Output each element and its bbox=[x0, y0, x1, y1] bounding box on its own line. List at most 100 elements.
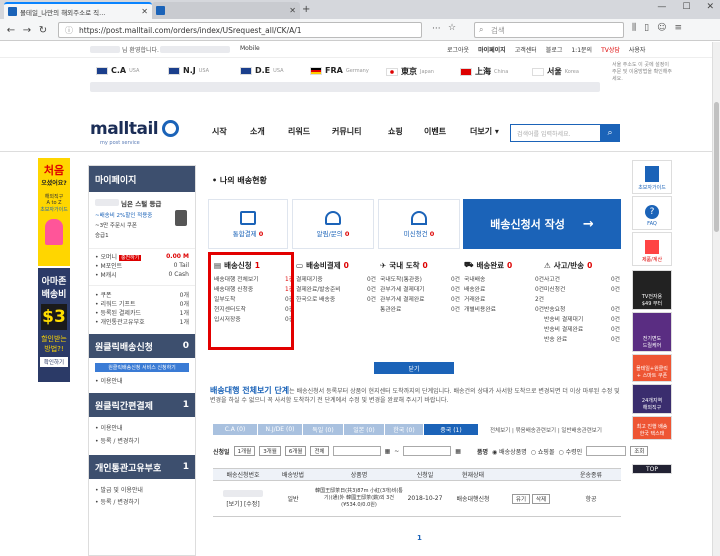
stat-payment[interactable]: 통합결제 0 bbox=[208, 199, 288, 249]
rail-top-button[interactable]: TOP bbox=[632, 464, 672, 474]
sidebar-row-coupon[interactable]: • 쿠폰 0개 bbox=[89, 290, 195, 299]
charge-badge[interactable]: 충전하기 bbox=[118, 255, 142, 261]
flag-seoul[interactable]: 서울 Korea bbox=[532, 66, 579, 77]
col-row[interactable]: 국내배송 0건 bbox=[464, 273, 544, 283]
radio-goods[interactable]: ◉ 배송상품명 bbox=[492, 447, 527, 456]
tab-nj[interactable]: N.J/DE (0) bbox=[258, 424, 302, 435]
tab-de[interactable]: 독일 (0) bbox=[303, 424, 343, 435]
col-row[interactable]: 국내도착(통관중) 0건 bbox=[380, 273, 460, 283]
calendar-icon[interactable]: ▦ bbox=[455, 448, 461, 455]
sidebar-row-customs[interactable]: • 개인통관고유부호 1개 bbox=[89, 317, 195, 326]
amazon-banner[interactable]: 아마존 배송비 $3 할인받는 방법?! 확인하기 bbox=[38, 268, 70, 382]
page-actions-icon[interactable]: ··· bbox=[432, 24, 441, 34]
browser-search-input[interactable]: ⌕ 검색 bbox=[474, 22, 624, 38]
nav-more[interactable]: 더보기 ▾ bbox=[470, 126, 499, 137]
tab-ca[interactable]: C.A (0) bbox=[213, 424, 257, 435]
page-scrollbar[interactable] bbox=[712, 42, 720, 556]
rail-calc[interactable]: 제품/계산 bbox=[632, 232, 672, 266]
tab-cn[interactable]: 중국 (1) bbox=[424, 424, 478, 435]
lang-link[interactable]: 사용자 bbox=[629, 45, 646, 54]
forward-icon[interactable]: → bbox=[20, 23, 34, 37]
date-from-input[interactable] bbox=[332, 446, 381, 456]
sidebar-customs-guide[interactable]: • 발급 및 이용안내 bbox=[89, 485, 195, 494]
sidebar-row-point[interactable]: • M포인트 0 Tail bbox=[89, 261, 195, 270]
close-window-icon[interactable]: ✕ bbox=[706, 2, 714, 12]
sidebar-icon[interactable]: ▯ bbox=[644, 23, 649, 33]
col-row[interactable]: 반송비 결제대기 0건 bbox=[544, 313, 620, 323]
sidebar-oneclick-header[interactable]: 원클릭배송신청 0 bbox=[89, 334, 195, 358]
new-tab-icon[interactable]: + bbox=[302, 4, 310, 15]
browser-tab-2[interactable]: ✕ bbox=[152, 2, 300, 19]
minimize-icon[interactable]: — bbox=[657, 2, 666, 12]
keyword-input[interactable] bbox=[586, 446, 627, 456]
col-row[interactable]: 반송요청 0건 bbox=[544, 303, 620, 313]
sidebar-easypay-guide[interactable]: • 이용안내 bbox=[89, 423, 195, 432]
col-row[interactable]: 결제완료/발송준비 0건 bbox=[296, 283, 376, 293]
mypage-link[interactable]: 마이페이지 bbox=[478, 45, 506, 54]
sidebar-oneclick-guide[interactable]: • 이용안내 bbox=[89, 376, 195, 385]
stat-unrequested[interactable]: 미신청건 0 bbox=[378, 199, 460, 249]
col-row[interactable]: 한국으로 배송중 0건 bbox=[296, 293, 376, 303]
filter-6m[interactable]: 6개월 bbox=[284, 446, 307, 456]
tab-kr[interactable]: 한국 (0) bbox=[385, 424, 423, 435]
nav-community[interactable]: 커뮤니티 bbox=[332, 126, 361, 137]
beginner-banner[interactable]: 처음 오셨어요? 해외직구 A to Z 초보자가이드 bbox=[38, 158, 70, 266]
write-request-button[interactable]: 배송신청서 작성 → bbox=[463, 199, 621, 249]
browser-tab-active[interactable]: 몰테일_나만의 해외주소로 직... ✕ bbox=[4, 2, 152, 19]
radio-recipient[interactable]: ○ 수령인 bbox=[558, 447, 582, 456]
sidebar-row-money[interactable]: • 오머니 충전하기 0.00 M bbox=[89, 252, 195, 261]
sidebar-row-card[interactable]: • 등록된 결제카드 1개 bbox=[89, 308, 195, 317]
menu-icon[interactable]: ≡ bbox=[674, 23, 682, 33]
order-delete-button[interactable]: 삭제 bbox=[531, 493, 551, 504]
mobile-link[interactable]: Mobile bbox=[240, 45, 260, 52]
reload-icon[interactable]: ↻ bbox=[36, 23, 50, 37]
col-payment-head[interactable]: ▭ 배송비결제 0 bbox=[296, 257, 376, 273]
flag-nj[interactable]: N.J USA bbox=[168, 66, 209, 75]
rail-guide[interactable]: 초보자가이드 bbox=[632, 160, 672, 194]
sidebar-customs-header[interactable]: 개인통관고유부호 1 bbox=[89, 455, 195, 479]
col-row[interactable]: 배송완료 0건 bbox=[464, 283, 544, 293]
cs-link[interactable]: 고객센터 bbox=[515, 45, 537, 54]
sidebar-customs-register[interactable]: • 등록 / 변경하기 bbox=[89, 497, 195, 506]
rail-coupon-banner[interactable]: 몰테일+원클릭 + 스마트 쿠폰 bbox=[632, 354, 672, 382]
date-to-input[interactable] bbox=[403, 446, 452, 456]
filter-all[interactable]: 전체 bbox=[310, 446, 329, 456]
rail-tv-banner[interactable]: TV전자용 $49 부터 bbox=[632, 270, 672, 310]
tab-links[interactable]: 전체보기 | 묶음배송관련보기 | 일반배송관련보기 bbox=[490, 426, 602, 434]
col-delivered-head[interactable]: ⛟ 배송완료 0 bbox=[464, 257, 544, 273]
col-row[interactable]: 반송 완료 0건 bbox=[544, 333, 620, 343]
flag-tokyo[interactable]: 東京 Japan bbox=[386, 66, 434, 77]
sidebar-row-cash[interactable]: • M캐시 0 Cash bbox=[89, 270, 195, 279]
logout-link[interactable]: 로그아웃 bbox=[447, 45, 469, 54]
scrollbar-thumb[interactable] bbox=[714, 102, 719, 232]
col-domestic-head[interactable]: ✈ 국내 도착 0 bbox=[380, 257, 460, 273]
qna-link[interactable]: 1:1문의 bbox=[571, 45, 592, 54]
blog-link[interactable]: 블로그 bbox=[546, 45, 563, 54]
sidebar-easypay-register[interactable]: • 등록 / 변경하기 bbox=[89, 436, 195, 445]
order-goods[interactable]: 韓国王邸茶日(共3)87m 小紅(3개)비(통기)(通)外 韓國王邸茶(鷄)외 … bbox=[313, 480, 405, 517]
rail-tax-banner[interactable]: 최고 진행 배송 한국 택스태 bbox=[632, 416, 672, 440]
flag-ca[interactable]: C.A USA bbox=[96, 66, 139, 75]
maximize-icon[interactable]: ☐ bbox=[682, 2, 690, 12]
sidebar-mypage-header[interactable]: 마이페이지 bbox=[89, 166, 195, 192]
site-search-button[interactable]: ⌕ bbox=[600, 124, 620, 142]
oneclick-apply-badge[interactable]: 원클릭배송신청 서비스 신청하기 bbox=[95, 363, 189, 372]
rail-shaver-banner[interactable]: 전기면도 드릴케어 bbox=[632, 312, 672, 352]
col-row[interactable]: 사고건 0건 bbox=[544, 273, 620, 283]
close-button[interactable]: 닫기 bbox=[374, 362, 454, 374]
malltail-logo[interactable]: malltail bbox=[90, 119, 159, 139]
col-row[interactable]: 관부가세 결제완료 0건 bbox=[380, 293, 460, 303]
stat-notice[interactable]: 알림/문의 0 bbox=[292, 199, 374, 249]
close-tab-icon[interactable]: ✕ bbox=[141, 7, 148, 16]
tab-jp[interactable]: 일본 (0) bbox=[344, 424, 384, 435]
col-row[interactable]: 통관완료 0건 bbox=[380, 303, 460, 313]
nav-start[interactable]: 시작 bbox=[212, 126, 227, 137]
col-row[interactable]: 결제대기중 0건 bbox=[296, 273, 376, 283]
close-tab-icon[interactable]: ✕ bbox=[289, 6, 296, 15]
col-accident-head[interactable]: ⚠ 사고/반송 0 bbox=[544, 257, 620, 273]
bookmark-star-icon[interactable]: ☆ bbox=[448, 23, 456, 33]
account-icon[interactable]: ☺ bbox=[657, 23, 666, 33]
order-action-button[interactable]: 유기 bbox=[511, 493, 531, 504]
radio-shop[interactable]: ○ 쇼핑몰 bbox=[531, 447, 555, 456]
flag-shanghai[interactable]: 上海 China bbox=[460, 66, 508, 77]
